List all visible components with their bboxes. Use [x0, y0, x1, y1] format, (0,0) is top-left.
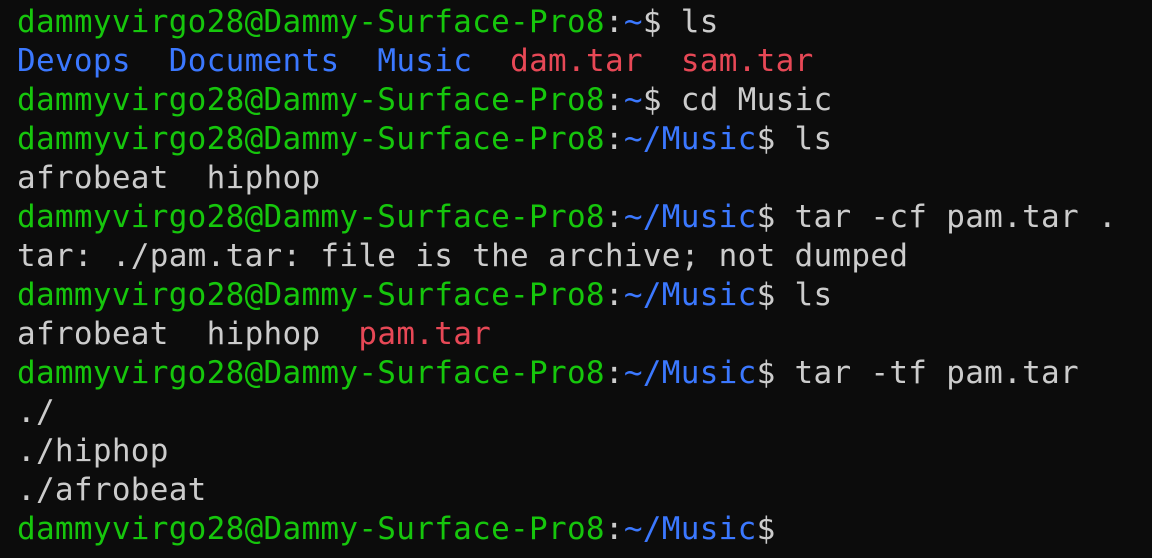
directory-entry: afrobeat [17, 160, 169, 196]
prompt-line: dammyvirgo28@Dammy-Surface-Pro8:~$ cd Mu… [17, 81, 1117, 120]
command-text: ls [661, 4, 719, 40]
prompt-path: ~ [623, 4, 643, 40]
output-line: afrobeat hiphop [17, 159, 1117, 198]
command-text: tar -cf pam.tar . [775, 199, 1117, 235]
prompt-user: dammyvirgo28@Dammy-Surface-Pro8 [17, 4, 605, 40]
command-text: ls [775, 121, 833, 157]
prompt-line: dammyvirgo28@Dammy-Surface-Pro8:~$ ls [17, 3, 1117, 42]
prompt-dollar: $ [756, 277, 776, 313]
prompt-path: ~/Music [623, 121, 757, 157]
prompt-user: dammyvirgo28@Dammy-Surface-Pro8 [17, 355, 605, 391]
directory-entry: Documents [168, 43, 340, 79]
prompt-separator: : [604, 355, 624, 391]
prompt-user: dammyvirgo28@Dammy-Surface-Pro8 [17, 82, 605, 118]
prompt-separator: : [604, 82, 624, 118]
archive-entry: sam.tar [680, 43, 814, 79]
active-prompt-line[interactable]: dammyvirgo28@Dammy-Surface-Pro8:~/Music$ [17, 510, 1117, 549]
output-line: Devops Documents Music dam.tar sam.tar [17, 42, 1117, 81]
prompt-line: dammyvirgo28@Dammy-Surface-Pro8:~/Music$… [17, 276, 1117, 315]
prompt-user: dammyvirgo28@Dammy-Surface-Pro8 [17, 511, 605, 547]
prompt-dollar: $ [756, 355, 776, 391]
prompt-dollar: $ [756, 121, 776, 157]
command-text: cd Music [661, 82, 833, 118]
prompt-line: dammyvirgo28@Dammy-Surface-Pro8:~/Music$… [17, 354, 1117, 393]
prompt-separator: : [604, 511, 624, 547]
prompt-path: ~ [623, 82, 643, 118]
prompt-separator: : [604, 121, 624, 157]
archive-entry: pam.tar [358, 316, 492, 352]
output-line: tar: ./pam.tar: file is the archive; not… [17, 237, 1117, 276]
archive-entry: dam.tar [510, 43, 643, 79]
prompt-line: dammyvirgo28@Dammy-Surface-Pro8:~/Music$… [17, 198, 1117, 237]
prompt-line: dammyvirgo28@Dammy-Surface-Pro8:~/Music$… [17, 120, 1117, 159]
prompt-separator: : [604, 277, 624, 313]
archive-listing-entry: ./afrobeat [17, 472, 207, 508]
terminal-window[interactable]: dammyvirgo28@Dammy-Surface-Pro8:~$ ls De… [0, 0, 1152, 558]
terminal-output: dammyvirgo28@Dammy-Surface-Pro8:~$ ls De… [17, 3, 1117, 549]
directory-entry: hiphop [206, 160, 321, 196]
command-text: tar -tf pam.tar [775, 355, 1079, 391]
output-line: afrobeat hiphop pam.tar [17, 315, 1117, 354]
prompt-path: ~/Music [623, 199, 757, 235]
error-message: tar: ./pam.tar: file is the archive; not… [17, 238, 909, 274]
prompt-separator: : [604, 4, 624, 40]
prompt-separator: : [604, 199, 624, 235]
prompt-user: dammyvirgo28@Dammy-Surface-Pro8 [17, 121, 605, 157]
prompt-user: dammyvirgo28@Dammy-Surface-Pro8 [17, 277, 605, 313]
prompt-path: ~/Music [623, 355, 757, 391]
output-line: ./ [17, 393, 1117, 432]
directory-entry: Devops [17, 43, 131, 79]
archive-listing-entry: ./ [17, 394, 55, 430]
prompt-dollar: $ [756, 199, 776, 235]
prompt-path: ~/Music [623, 277, 757, 313]
output-line: ./afrobeat [17, 471, 1117, 510]
command-text: ls [775, 277, 833, 313]
prompt-dollar: $ [642, 4, 662, 40]
directory-entry: Music [377, 43, 473, 79]
prompt-path: ~/Music [623, 511, 757, 547]
prompt-dollar: $ [642, 82, 662, 118]
prompt-user: dammyvirgo28@Dammy-Surface-Pro8 [17, 199, 605, 235]
output-line: ./hiphop [17, 432, 1117, 471]
directory-entry: hiphop [206, 316, 321, 352]
directory-entry: afrobeat [17, 316, 169, 352]
prompt-dollar: $ [756, 511, 776, 547]
archive-listing-entry: ./hiphop [17, 433, 169, 469]
